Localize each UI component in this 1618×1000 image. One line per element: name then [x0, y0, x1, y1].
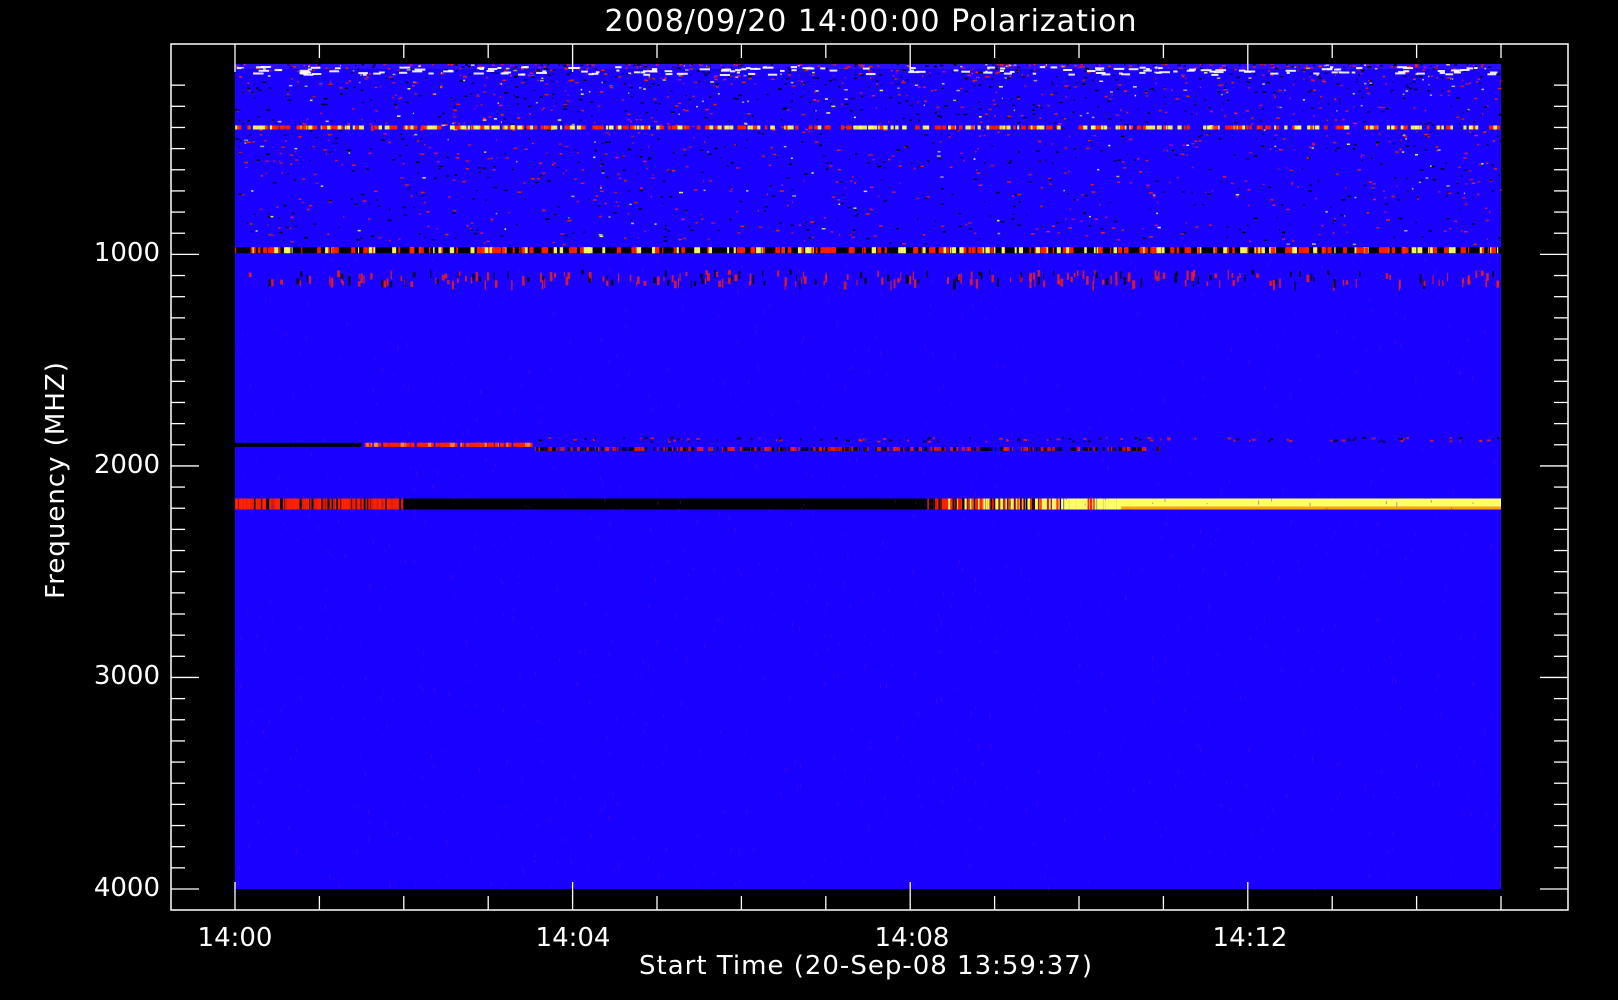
y-tick-label-2000: 2000	[94, 450, 160, 480]
spectrogram-chart: 2008/09/20 14:00:00 Polarization 14:00 1…	[0, 0, 1618, 1000]
x-tick-label-1412: 14:12	[1213, 923, 1288, 953]
y-tick-label-4000: 4000	[94, 873, 160, 903]
heatmap-image	[235, 64, 1503, 891]
y-tick-label-1000: 1000	[94, 238, 160, 268]
x-tick-label-1400: 14:00	[198, 923, 273, 953]
heatmap-background	[235, 64, 1501, 889]
y-axis-title: Frequency (MHZ)	[41, 361, 71, 599]
x-axis-title: Start Time (20-Sep-08 13:59:37)	[639, 951, 1093, 981]
chart-title: 2008/09/20 14:00:00 Polarization	[604, 4, 1137, 39]
x-tick-label-1408: 14:08	[875, 923, 950, 953]
y-tick-label-3000: 3000	[94, 661, 160, 691]
x-tick-label-1404: 14:04	[536, 923, 611, 953]
